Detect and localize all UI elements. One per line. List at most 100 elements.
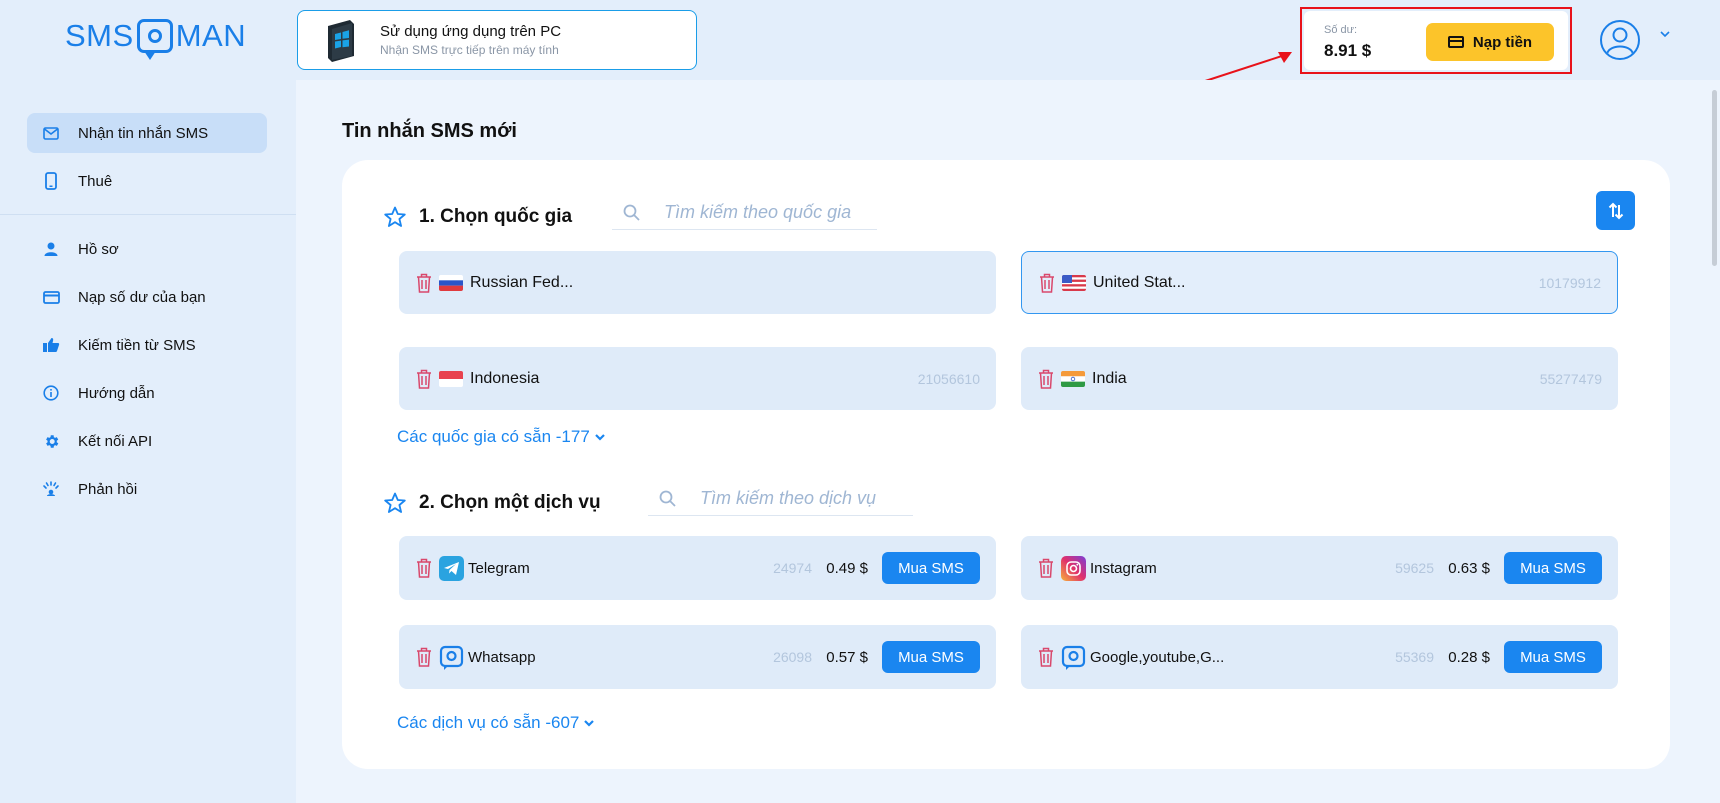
country-tile-indonesia[interactable]: Indonesia 21056610	[399, 347, 996, 410]
trash-icon[interactable]	[415, 368, 433, 390]
sidebar: SMS MAN Nhận tin nhắn SMS Thuê Hồ sơ Nạp…	[0, 0, 296, 803]
country-tile-usa[interactable]: United Stat... 10179912	[1021, 251, 1618, 314]
swap-order-button[interactable]	[1596, 191, 1635, 230]
country-name: Russian Fed...	[470, 273, 574, 291]
sidebar-item-label: Nạp số dư của bạn	[78, 288, 206, 306]
buy-sms-button[interactable]: Mua SMS	[882, 641, 980, 673]
logo-text-right: MAN	[175, 18, 247, 53]
more-countries-label: Các quốc gia có sẵn -177	[397, 427, 590, 446]
windows-app-icon	[322, 18, 358, 62]
search-icon	[659, 490, 676, 507]
service-tile-google[interactable]: Google,youtube,G... 55369 0.28 $ Mua SMS	[1021, 625, 1618, 689]
service-price: 0.28 $	[1448, 648, 1490, 666]
thumbs-up-icon	[41, 335, 61, 355]
page-title: Tin nhắn SMS mới	[342, 120, 517, 142]
buy-sms-button[interactable]: Mua SMS	[882, 552, 980, 584]
google-icon	[1061, 645, 1086, 670]
whatsapp-icon	[439, 645, 464, 670]
sidebar-item-rent[interactable]: Thuê	[27, 161, 267, 201]
nav-divider	[0, 214, 296, 215]
sidebar-item-feedback[interactable]: Phản hồi	[27, 469, 267, 509]
service-tile-telegram[interactable]: Telegram 24974 0.49 $ Mua SMS	[399, 536, 996, 600]
logo-chat-icon	[136, 19, 173, 60]
service-count: 26098	[773, 649, 812, 665]
more-countries-link[interactable]: Các quốc gia có sẵn -177	[397, 427, 606, 447]
country-section-title: 1. Chọn quốc gia	[419, 206, 573, 227]
usa-flag-icon	[1062, 274, 1086, 291]
trash-icon[interactable]	[415, 557, 433, 579]
sidebar-item-label: Hướng dẫn	[78, 384, 155, 402]
trash-icon[interactable]	[415, 646, 433, 668]
swap-icon	[1608, 202, 1623, 219]
sidebar-item-label: Phản hồi	[78, 480, 138, 498]
balance-highlight-box: Số dư: 8.91 $ Nạp tiền	[1300, 7, 1572, 74]
nav-primary: Nhận tin nhắn SMS Thuê	[27, 113, 267, 201]
mail-icon	[41, 123, 61, 143]
service-section-header: 2. Chọn một dịch vụ	[383, 491, 601, 515]
logo[interactable]: SMS MAN	[65, 18, 247, 60]
country-search	[612, 196, 877, 230]
service-price: 0.49 $	[826, 559, 868, 577]
logo-text-left: SMS	[65, 18, 134, 53]
sidebar-item-label: Kiếm tiền từ SMS	[78, 336, 196, 354]
sidebar-item-label: Nhận tin nhắn SMS	[78, 124, 209, 142]
topup-button-label: Nạp tiền	[1472, 33, 1533, 51]
sidebar-item-label: Hồ sơ	[78, 240, 119, 258]
service-count: 59625	[1395, 560, 1434, 576]
pc-banner-title: Sử dụng ứng dụng trên PC	[380, 23, 562, 40]
balance-label: Số dư:	[1324, 24, 1358, 36]
phone-icon	[41, 171, 61, 191]
star-icon[interactable]	[383, 491, 407, 515]
star-icon[interactable]	[383, 205, 407, 229]
country-tile-india[interactable]: India 55277479	[1021, 347, 1618, 410]
sidebar-item-profile[interactable]: Hồ sơ	[27, 229, 267, 269]
trash-icon[interactable]	[415, 272, 433, 294]
buy-sms-button[interactable]: Mua SMS	[1504, 641, 1602, 673]
service-tile-instagram[interactable]: Instagram 59625 0.63 $ Mua SMS	[1021, 536, 1618, 600]
scrollbar-thumb[interactable]	[1712, 90, 1717, 266]
info-icon	[41, 383, 61, 403]
service-count: 24974	[773, 560, 812, 576]
sidebar-item-receive-sms[interactable]: Nhận tin nhắn SMS	[27, 113, 267, 153]
sidebar-item-guide[interactable]: Hướng dẫn	[27, 373, 267, 413]
chevron-down-icon	[584, 720, 595, 727]
card-icon	[1447, 36, 1464, 48]
instagram-icon	[1061, 555, 1086, 581]
avatar[interactable]	[1600, 20, 1640, 60]
topup-button[interactable]: Nạp tiền	[1426, 23, 1554, 61]
russia-flag-icon	[439, 274, 463, 291]
india-flag-icon	[1061, 370, 1085, 387]
service-name: Instagram	[1090, 559, 1157, 577]
service-price: 0.57 $	[826, 648, 868, 666]
more-services-label: Các dịch vụ có sẵn -607	[397, 713, 580, 732]
sidebar-item-api[interactable]: Kết nối API	[27, 421, 267, 461]
pc-banner-subtitle: Nhận SMS trực tiếp trên máy tính	[380, 43, 559, 57]
sidebar-item-label: Thuê	[78, 172, 113, 190]
buy-sms-button[interactable]: Mua SMS	[1504, 552, 1602, 584]
country-count: 55277479	[1539, 370, 1602, 387]
search-icon	[623, 204, 640, 221]
country-count: 10179912	[1538, 274, 1601, 291]
sidebar-item-earn[interactable]: Kiếm tiền từ SMS	[27, 325, 267, 365]
service-name: Google,youtube,G...	[1090, 648, 1225, 666]
service-search-input[interactable]	[700, 488, 905, 509]
trash-icon[interactable]	[1038, 272, 1056, 294]
sidebar-item-topup[interactable]: Nạp số dư của bạn	[27, 277, 267, 317]
country-tile-russia[interactable]: Russian Fed...	[399, 251, 996, 314]
pc-app-banner[interactable]: Sử dụng ứng dụng trên PC Nhận SMS trực t…	[297, 10, 697, 70]
more-services-link[interactable]: Các dịch vụ có sẵn -607	[397, 713, 595, 733]
trash-icon[interactable]	[1037, 646, 1055, 668]
service-name: Whatsapp	[468, 648, 536, 666]
indonesia-flag-icon	[439, 370, 463, 387]
service-name: Telegram	[468, 559, 530, 577]
country-search-input[interactable]	[664, 202, 864, 223]
chevron-down-icon[interactable]	[1658, 27, 1672, 41]
sidebar-item-label: Kết nối API	[78, 432, 153, 450]
country-name: Indonesia	[470, 369, 540, 387]
card-icon	[41, 287, 61, 307]
trash-icon[interactable]	[1037, 557, 1055, 579]
service-tile-whatsapp[interactable]: Whatsapp 26098 0.57 $ Mua SMS	[399, 625, 996, 689]
country-count: 21056610	[917, 370, 980, 387]
trash-icon[interactable]	[1037, 368, 1055, 390]
balance-value: 8.91 $	[1324, 41, 1372, 60]
